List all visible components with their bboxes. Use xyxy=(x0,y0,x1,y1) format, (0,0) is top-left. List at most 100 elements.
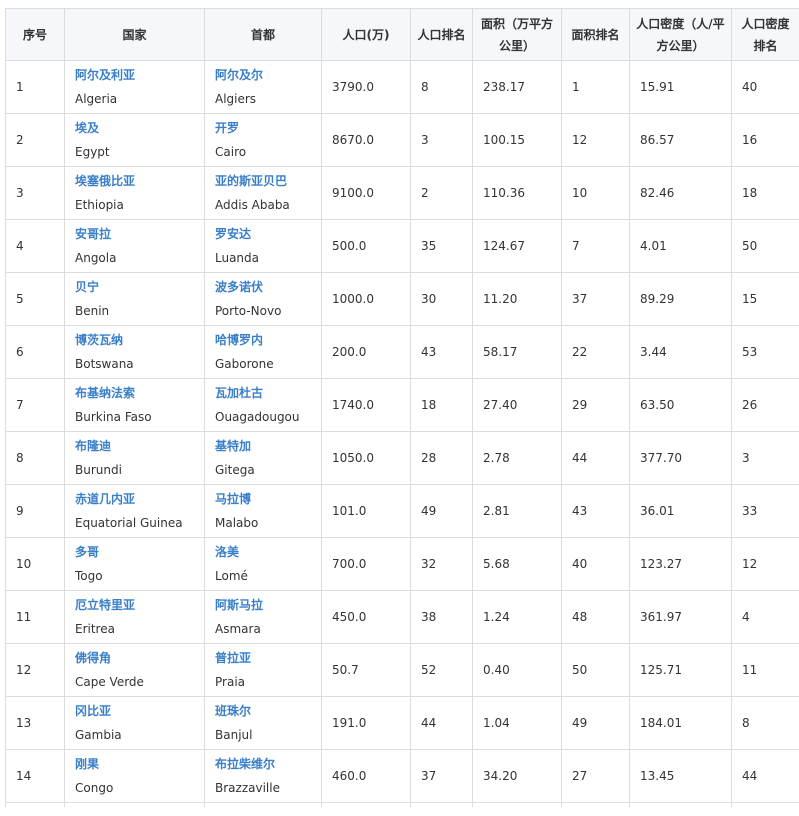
cell-country: 布基纳法索Burkina Faso xyxy=(65,379,205,432)
cell-index: 3 xyxy=(6,167,65,220)
country-english-name: Gambia xyxy=(75,727,194,743)
cell-area-rank: 37 xyxy=(562,273,630,326)
cell-population: 3790.0 xyxy=(322,61,411,114)
cell-density: 3.44 xyxy=(630,326,732,379)
cell-area: 238.17 xyxy=(473,61,562,114)
capital-link[interactable]: 班珠尔 xyxy=(215,703,311,719)
capital-link[interactable]: 阿斯马拉 xyxy=(215,597,311,613)
country-link[interactable]: 多哥 xyxy=(75,544,194,560)
capital-link[interactable]: 阿尔及尔 xyxy=(215,67,311,83)
cell-empty xyxy=(411,803,473,808)
cell-country: 博茨瓦纳Botswana xyxy=(65,326,205,379)
header-population: 人口(万) xyxy=(322,9,411,61)
country-link[interactable]: 贝宁 xyxy=(75,279,194,295)
capital-link[interactable]: 布拉柴维尔 xyxy=(215,756,311,772)
country-link[interactable]: 赤道几内亚 xyxy=(75,491,194,507)
country-link[interactable]: 冈比亚 xyxy=(75,703,194,719)
cell-area: 27.40 xyxy=(473,379,562,432)
country-english-name: Togo xyxy=(75,568,194,584)
cell-index: 5 xyxy=(6,273,65,326)
country-english-name: Cape Verde xyxy=(75,674,194,690)
table-row: 8布隆迪Burundi基特加Gitega1050.0282.7844377.70… xyxy=(6,432,799,485)
cell-density-rank: 40 xyxy=(732,61,799,114)
cell-capital: 哈博罗内 Gaborone xyxy=(205,326,322,379)
cell-area-rank: 29 xyxy=(562,379,630,432)
country-english-name: Benin xyxy=(75,303,194,319)
header-density-rank: 人口密度排名 xyxy=(732,9,799,61)
cell-density: 4.01 xyxy=(630,220,732,273)
capital-link[interactable]: 哈博罗内 xyxy=(215,332,311,348)
cell-density-rank: 16 xyxy=(732,114,799,167)
country-link[interactable]: 埃塞俄比亚 xyxy=(75,173,194,189)
cell-area-rank: 12 xyxy=(562,114,630,167)
country-link[interactable]: 博茨瓦纳 xyxy=(75,332,194,348)
cell-population: 200.0 xyxy=(322,326,411,379)
cell-population-rank: 3 xyxy=(411,114,473,167)
cell-capital: 布拉柴维尔Brazzaville xyxy=(205,750,322,803)
country-link[interactable]: 刚果 xyxy=(75,756,194,772)
cell-population: 101.0 xyxy=(322,485,411,538)
cell-area-rank: 40 xyxy=(562,538,630,591)
capital-english-name: Lomé xyxy=(215,568,311,584)
cell-population: 8670.0 xyxy=(322,114,411,167)
cell-density-rank: 53 xyxy=(732,326,799,379)
cell-capital: 基特加Gitega xyxy=(205,432,322,485)
cell-population-rank: 8 xyxy=(411,61,473,114)
cell-density-rank: 33 xyxy=(732,485,799,538)
cell-capital: 马拉博Malabo xyxy=(205,485,322,538)
country-link[interactable]: 布隆迪 xyxy=(75,438,194,454)
cell-capital: 开罗Cairo xyxy=(205,114,322,167)
cell-empty xyxy=(322,803,411,808)
cell-index: 10 xyxy=(6,538,65,591)
cell-area-rank: 7 xyxy=(562,220,630,273)
country-link[interactable]: 埃及 xyxy=(75,120,194,136)
cell-index: 2 xyxy=(6,114,65,167)
table-row: 6博茨瓦纳Botswana哈博罗内Gaborone200.04358.17223… xyxy=(6,326,799,379)
country-english-name: Congo xyxy=(75,780,194,796)
cell-country: 多哥 Togo xyxy=(65,538,205,591)
cell-density: 123.27 xyxy=(630,538,732,591)
capital-link[interactable]: 波多诺伏 xyxy=(215,279,311,295)
capital-english-name: Gaborone xyxy=(215,356,311,372)
capital-link[interactable]: 罗安达 xyxy=(215,226,311,242)
cell-population: 450.0 xyxy=(322,591,411,644)
cell-population-rank: 32 xyxy=(411,538,473,591)
capital-english-name: Luanda xyxy=(215,250,311,266)
table-row: 1阿尔及利亚Algeria阿尔及尔Algiers3790.08238.17115… xyxy=(6,61,799,114)
cell-area-rank: 43 xyxy=(562,485,630,538)
country-link[interactable]: 厄立特里亚 xyxy=(75,597,194,613)
cell-country: 佛得角 Cape Verde xyxy=(65,644,205,697)
cell-area-rank: 50 xyxy=(562,644,630,697)
cell-empty xyxy=(205,803,322,808)
capital-link[interactable]: 普拉亚 xyxy=(215,650,311,666)
capital-link[interactable]: 马拉博 xyxy=(215,491,311,507)
cell-area-rank: 44 xyxy=(562,432,630,485)
cell-population-rank: 38 xyxy=(411,591,473,644)
header-country: 国家 xyxy=(65,9,205,61)
cell-population-rank: 2 xyxy=(411,167,473,220)
country-link[interactable]: 布基纳法索 xyxy=(75,385,194,401)
country-link[interactable]: 阿尔及利亚 xyxy=(75,67,194,83)
cell-country: 埃及Egypt xyxy=(65,114,205,167)
cell-density-rank: 26 xyxy=(732,379,799,432)
cell-area: 5.68 xyxy=(473,538,562,591)
table-row: 9赤道几内亚Equatorial Guinea马拉博Malabo101.0492… xyxy=(6,485,799,538)
cell-density: 361.97 xyxy=(630,591,732,644)
cell-density: 125.71 xyxy=(630,644,732,697)
cell-area: 1.24 xyxy=(473,591,562,644)
cell-population-rank: 44 xyxy=(411,697,473,750)
capital-link[interactable]: 开罗 xyxy=(215,120,311,136)
capital-link[interactable]: 亚的斯亚贝巴 xyxy=(215,173,311,189)
country-link[interactable]: 安哥拉 xyxy=(75,226,194,242)
header-capital: 首都 xyxy=(205,9,322,61)
country-link[interactable]: 佛得角 xyxy=(75,650,194,666)
table-body: 1阿尔及利亚Algeria阿尔及尔Algiers3790.08238.17115… xyxy=(6,61,799,808)
cell-capital: 波多诺伏Porto-Novo xyxy=(205,273,322,326)
capital-link[interactable]: 瓦加杜古 xyxy=(215,385,311,401)
header-density: 人口密度（人/平方公里） xyxy=(630,9,732,61)
capital-link[interactable]: 洛美 xyxy=(215,544,311,560)
cell-index: 1 xyxy=(6,61,65,114)
cell-density: 89.29 xyxy=(630,273,732,326)
capital-link[interactable]: 基特加 xyxy=(215,438,311,454)
cell-capital: 阿斯马拉Asmara xyxy=(205,591,322,644)
